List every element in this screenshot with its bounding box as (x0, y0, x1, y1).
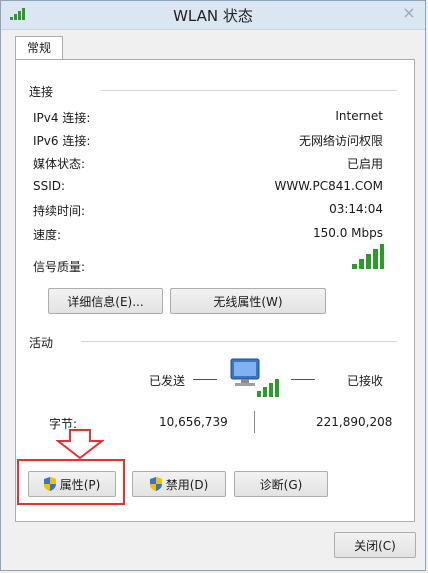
connection-divider (101, 90, 397, 91)
duration-label: 持续时间: (33, 204, 86, 218)
disable-button[interactable]: 禁用(D) (132, 471, 226, 497)
ipv4-value: Internet (335, 109, 383, 123)
disable-button-label: 禁用(D) (165, 477, 209, 492)
speed-value: 150.0 Mbps (312, 226, 383, 240)
properties-button-label: 属性(P) (59, 477, 101, 492)
window-title: WLAN 状态 (173, 7, 253, 25)
bytes-divider (254, 411, 255, 433)
close-window-icon[interactable]: × (401, 5, 417, 21)
network-computer-icon (230, 358, 279, 397)
received-line (291, 379, 315, 380)
uac-shield-icon (43, 477, 56, 491)
speed-label: 速度: (33, 228, 62, 242)
diagnose-button[interactable]: 诊断(G) (234, 471, 328, 497)
wireless-properties-button[interactable]: 无线属性(W) (170, 288, 326, 314)
bytes-sent-value: 10,656,739 (159, 415, 228, 429)
received-label: 已接收 (347, 374, 384, 388)
ipv6-label: IPv6 连接: (33, 134, 91, 148)
signal-strength-icon (352, 244, 384, 269)
media-state-label: 媒体状态: (33, 157, 86, 171)
ipv4-label: IPv4 连接: (33, 111, 91, 125)
media-state-value: 已启用 (346, 157, 383, 171)
tab-general[interactable]: 常规 (15, 36, 63, 60)
close-button[interactable]: 关闭(C) (334, 532, 416, 558)
activity-section-title: 活动 (29, 336, 54, 350)
properties-button[interactable]: 属性(P) (28, 471, 116, 497)
signal-quality-label: 信号质量: (33, 260, 86, 274)
bytes-received-value: 221,890,208 (316, 415, 393, 429)
ssid-label: SSID: (33, 179, 66, 193)
connection-section-title: 连接 (29, 85, 54, 99)
ssid-value: WWW.PC841.COM (274, 179, 383, 193)
details-button[interactable]: 详细信息(E)... (48, 288, 163, 314)
activity-divider (81, 341, 397, 342)
duration-value: 03:14:04 (329, 202, 383, 216)
sent-label: 已发送 (149, 374, 186, 388)
title-bar: WLAN 状态 × (1, 1, 425, 30)
sent-line (193, 379, 217, 380)
wlan-status-window: WLAN 状态 × 常规 连接 IPv4 连接: Internet IPv6 连… (0, 0, 426, 571)
down-arrow-annotation-icon (56, 429, 104, 459)
ipv6-value: 无网络访问权限 (298, 134, 383, 148)
uac-shield-icon (149, 477, 162, 491)
